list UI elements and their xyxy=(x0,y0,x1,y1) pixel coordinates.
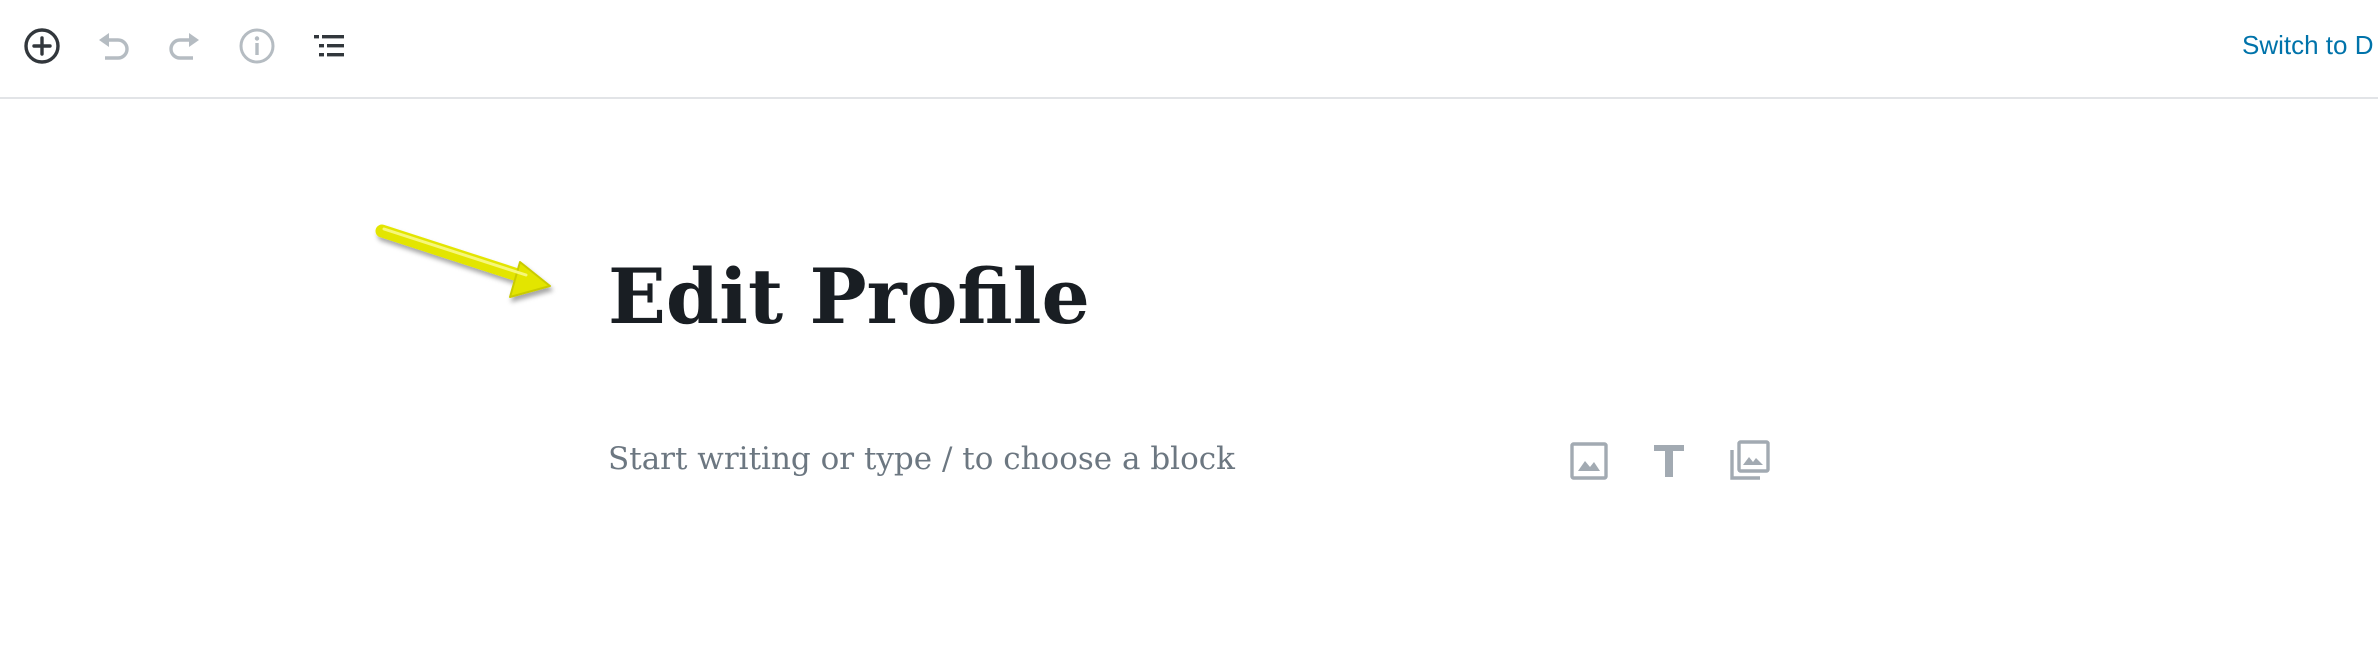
block-navigation-button[interactable] xyxy=(299,16,359,76)
default-block-appender[interactable]: Start writing or type / to choose a bloc… xyxy=(608,441,1235,477)
add-block-button[interactable] xyxy=(12,16,72,76)
insert-gallery-button[interactable] xyxy=(1721,433,1777,489)
annotation-arrow-icon xyxy=(375,224,551,298)
editor-header-toolbar: Switch to D xyxy=(0,0,2378,99)
gallery-icon xyxy=(1730,440,1770,480)
info-icon xyxy=(239,28,275,64)
plus-circle-icon xyxy=(24,28,60,64)
insert-heading-button[interactable] xyxy=(1641,433,1697,489)
switch-to-draft-link[interactable]: Switch to D xyxy=(2242,30,2374,61)
list-view-icon xyxy=(314,35,344,57)
post-title[interactable]: Edit Profile xyxy=(608,259,1090,335)
image-icon xyxy=(1570,442,1608,480)
content-structure-button[interactable] xyxy=(227,16,287,76)
redo-button[interactable] xyxy=(155,16,215,76)
undo-icon xyxy=(99,33,129,60)
editor-canvas: Edit Profile Start writing or type / to … xyxy=(0,99,2378,650)
insert-image-button[interactable] xyxy=(1561,433,1617,489)
heading-t-icon xyxy=(1654,445,1684,477)
undo-button[interactable] xyxy=(83,16,143,76)
redo-icon xyxy=(169,33,199,60)
